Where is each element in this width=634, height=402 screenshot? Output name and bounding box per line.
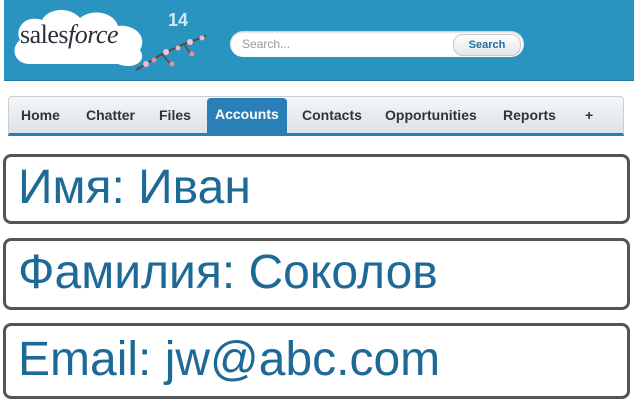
search-box: Search [230,31,524,57]
last-name-text: Фамилия: Соколов [18,246,438,299]
tab-opportunities[interactable]: Opportunities [385,97,477,133]
tab-accounts[interactable]: Accounts [207,98,287,133]
tab-files[interactable]: Files [159,97,191,133]
salesforce-logo-text: salesforce [20,20,119,49]
search-button[interactable]: Search [453,34,521,56]
search-input[interactable] [242,31,442,57]
app-header: salesforce 14 Search [4,0,634,81]
first-name-text: Имя: Иван [18,161,251,214]
email-field: Email: jw@abc.com [3,323,630,399]
tab-contacts[interactable]: Contacts [302,97,362,133]
release-badge: 14 [168,10,189,30]
cherry-blossom-icon [135,35,207,71]
tab-home[interactable]: Home [21,97,60,133]
last-name-field: Фамилия: Соколов [3,238,630,310]
tab-bar: Home Chatter Files Accounts Contacts Opp… [8,96,624,136]
tab-chatter[interactable]: Chatter [86,97,135,133]
add-tab-button[interactable]: + [585,97,593,133]
email-text: Email: jw@abc.com [18,333,441,386]
first-name-field: Имя: Иван [3,154,630,224]
tab-reports[interactable]: Reports [503,97,556,133]
